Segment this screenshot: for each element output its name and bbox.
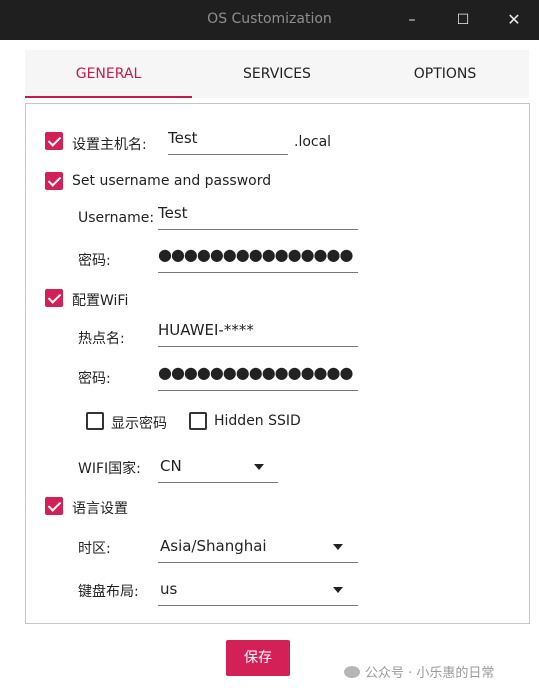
close-icon[interactable]: ✕	[503, 10, 525, 30]
hostname-suffix: .local	[294, 134, 332, 150]
tab-services-label: SERVICES	[243, 66, 311, 82]
timezone-value: Asia/Shanghai	[160, 537, 267, 555]
wifi-country-label: WIFI国家:	[78, 461, 141, 477]
window-titlebar[interactable]: OS Customization – ☐ ✕	[0, 0, 539, 40]
username-input[interactable]: Test	[158, 204, 358, 230]
hostname-input[interactable]: Test	[168, 129, 288, 155]
tab-services[interactable]: SERVICES	[193, 50, 361, 98]
wifi-country-value: CN	[160, 457, 182, 475]
timezone-select[interactable]: Asia/Shanghai	[158, 534, 358, 563]
tab-general-label: GENERAL	[75, 66, 142, 82]
hidden-ssid-label: Hidden SSID	[214, 413, 301, 429]
chevron-down-icon	[333, 587, 343, 593]
tab-options-label: OPTIONS	[413, 66, 477, 82]
chevron-down-icon	[333, 544, 343, 550]
general-panel: 设置主机名: Test .local Set username and pass…	[25, 103, 530, 624]
username-label: Username:	[78, 210, 155, 226]
hostname-label: 设置主机名:	[72, 137, 147, 153]
hostname-checkbox[interactable]	[45, 132, 63, 150]
show-password-checkbox[interactable]	[86, 412, 104, 430]
user-password-input[interactable]: ●●●●●●●●●●●●●●●	[158, 240, 358, 273]
tab-bar: GENERAL SERVICES OPTIONS	[25, 50, 529, 98]
keyboard-select[interactable]: us	[158, 577, 358, 606]
wechat-icon	[344, 666, 360, 678]
chevron-down-icon	[254, 464, 264, 470]
maximize-icon[interactable]: ☐	[452, 10, 474, 30]
tab-general[interactable]: GENERAL	[25, 50, 192, 98]
ssid-input[interactable]: HUAWEI-****	[158, 321, 358, 347]
show-password-label: 显示密码	[111, 416, 167, 432]
locale-checkbox[interactable]	[45, 497, 63, 515]
keyboard-value: us	[160, 580, 178, 598]
minimize-icon[interactable]: –	[401, 10, 423, 30]
wifi-label: 配置WiFi	[72, 293, 129, 309]
hidden-ssid-checkbox[interactable]	[189, 412, 207, 430]
wifi-password-input[interactable]: ●●●●●●●●●●●●●●●	[158, 358, 358, 391]
wifi-checkbox[interactable]	[45, 289, 63, 307]
watermark-text: 公众号 · 小乐惠的日常	[365, 666, 495, 681]
save-button[interactable]: 保存	[226, 640, 290, 676]
tab-options[interactable]: OPTIONS	[361, 50, 529, 98]
user-password-label: 密码:	[78, 253, 111, 269]
wifi-country-select[interactable]: CN	[158, 454, 278, 483]
active-tab-indicator	[25, 96, 192, 98]
wifi-password-label: 密码:	[78, 371, 111, 387]
keyboard-label: 键盘布局:	[78, 584, 139, 600]
locale-label: 语言设置	[72, 501, 128, 517]
timezone-label: 时区:	[78, 541, 111, 557]
user-checkbox[interactable]	[45, 172, 63, 190]
ssid-label: 热点名:	[78, 331, 125, 347]
watermark: 公众号 · 小乐惠的日常	[344, 662, 494, 681]
user-label: Set username and password	[72, 173, 272, 189]
